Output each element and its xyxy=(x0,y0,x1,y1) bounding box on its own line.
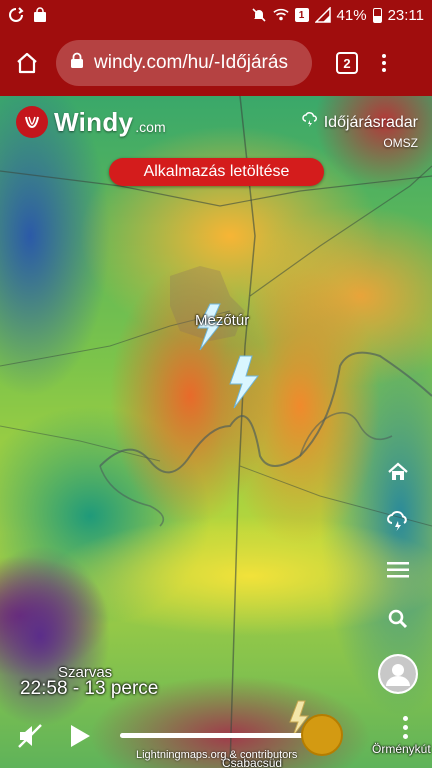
city-label-mezotur: Mezőtúr xyxy=(195,312,250,329)
wifi-icon xyxy=(272,7,289,23)
more-options-icon[interactable] xyxy=(403,716,408,739)
home-icon[interactable] xyxy=(384,458,412,486)
tab-switcher-button[interactable]: 2 xyxy=(336,52,358,74)
sound-toggle-button[interactable] xyxy=(14,720,46,752)
speaker-muted-icon xyxy=(18,724,42,748)
battery-icon xyxy=(372,7,382,23)
logo-text: Windy xyxy=(54,106,134,137)
avatar[interactable] xyxy=(378,654,418,694)
sim-icon: 1 xyxy=(294,8,309,22)
battery-percent: 41% xyxy=(336,6,367,24)
lightning-cloud-icon[interactable] xyxy=(384,507,412,535)
mute-icon xyxy=(251,7,267,23)
time-label: 22:58 - 13 perce xyxy=(20,678,159,699)
status-bar: 1 41% 23:11 xyxy=(0,0,432,30)
layer-selector[interactable]: Időjárásradar xyxy=(302,112,418,133)
search-icon[interactable] xyxy=(384,605,412,633)
download-app-button[interactable]: Alkalmazás letöltése xyxy=(109,158,324,186)
windy-logo[interactable]: Windy .com xyxy=(16,106,166,138)
attribution[interactable]: Lightningmaps.org & contributors xyxy=(136,749,297,761)
windy-logo-icon xyxy=(16,106,48,138)
signal-icon xyxy=(314,7,331,23)
lightning-cloud-icon xyxy=(302,112,318,133)
menu-icon[interactable] xyxy=(384,556,412,584)
timeline-progress xyxy=(120,733,323,738)
timeline-slider[interactable] xyxy=(120,714,344,756)
layer-name: Időjárásradar xyxy=(323,113,418,131)
clock: 23:11 xyxy=(387,6,424,24)
weather-map[interactable]: Windy .com Időjárásradar OMSZ Alkalmazás… xyxy=(0,96,432,768)
layer-source: OMSZ xyxy=(383,136,418,150)
right-toolbar xyxy=(378,458,418,694)
url-bar[interactable]: windy.com/hu/-Időjárás xyxy=(56,40,312,86)
shopping-bag-icon xyxy=(32,7,48,23)
url-text: windy.com/hu/-Időjárás xyxy=(94,52,288,73)
logo-suffix: .com xyxy=(135,119,166,135)
play-button[interactable] xyxy=(66,722,94,750)
home-icon[interactable] xyxy=(10,46,44,80)
lock-icon xyxy=(70,52,84,74)
browser-toolbar: windy.com/hu/-Időjárás 2 xyxy=(0,30,432,96)
play-icon xyxy=(71,725,90,747)
city-label-ormenykut: Örménykút xyxy=(372,742,431,756)
sync-icon xyxy=(8,7,24,23)
more-icon[interactable] xyxy=(382,54,386,72)
avatar-icon xyxy=(380,656,416,692)
